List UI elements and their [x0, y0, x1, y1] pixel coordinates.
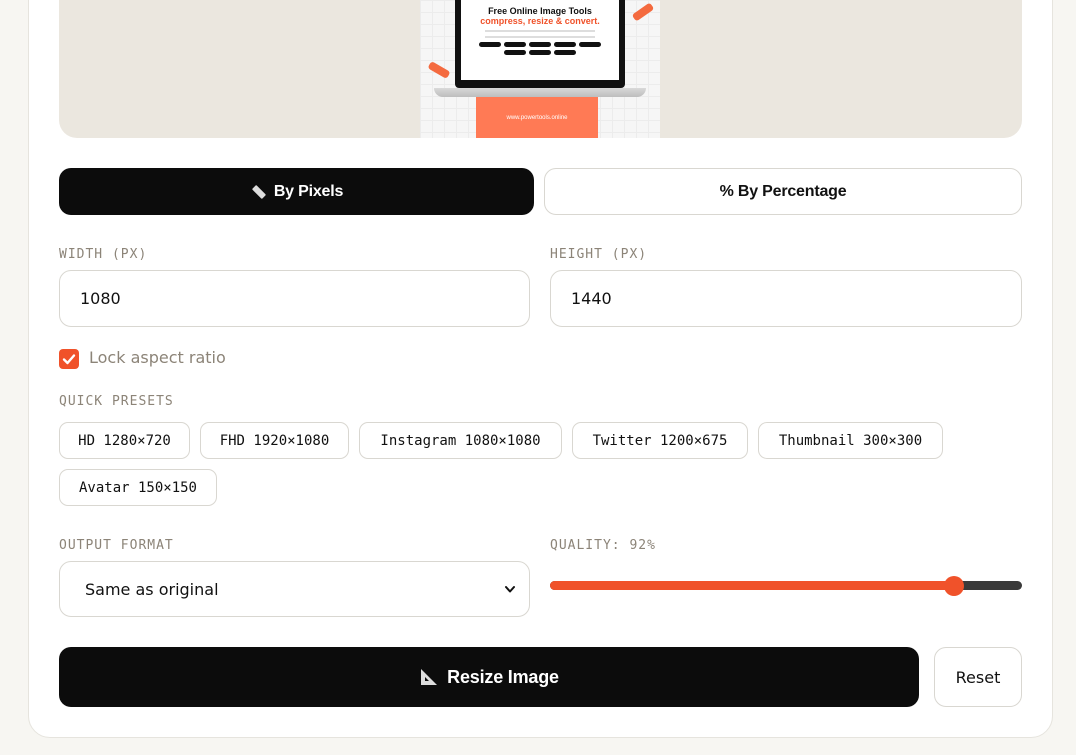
by-percentage-label: % By Percentage	[719, 182, 847, 200]
preview-text-lines	[485, 30, 595, 38]
quality-slider[interactable]	[550, 576, 1022, 596]
preview-subtitle: compress, resize & convert.	[480, 16, 600, 26]
laptop-display: Free Online Image Tools compress, resize…	[461, 0, 619, 80]
preset-hd[interactable]: HD 1280×720	[59, 422, 190, 459]
preview-title: Free Online Image Tools	[488, 6, 592, 16]
output-format-value: Same as original	[85, 579, 219, 599]
resize-image-button[interactable]: Resize Image	[59, 647, 919, 707]
output-format-label: OUTPUT FORMAT	[59, 538, 174, 553]
check-icon	[62, 354, 76, 365]
preview-banner: www.powertools.online	[476, 97, 598, 138]
reset-button[interactable]: Reset	[934, 647, 1022, 707]
lock-aspect-label[interactable]: Lock aspect ratio	[89, 348, 226, 367]
slider-fill	[550, 581, 954, 590]
chevron-down-icon	[505, 586, 515, 593]
set-square-icon	[421, 669, 438, 685]
sticker-decoration	[427, 61, 451, 79]
preset-instagram[interactable]: Instagram 1080×1080	[359, 422, 562, 459]
preset-fhd[interactable]: FHD 1920×1080	[200, 422, 349, 459]
preset-avatar[interactable]: Avatar 150×150	[59, 469, 217, 506]
image-preview: Free Online Image Tools compress, resize…	[59, 0, 1022, 138]
laptop-base	[434, 88, 646, 97]
preview-pills	[471, 42, 609, 55]
preview-thumbnail: Free Online Image Tools compress, resize…	[420, 0, 660, 138]
quick-presets-label: QUICK PRESETS	[59, 394, 174, 409]
by-pixels-tab[interactable]: By Pixels	[59, 168, 534, 215]
sticker-decoration	[631, 2, 655, 22]
by-pixels-label: By Pixels	[273, 182, 344, 200]
width-input[interactable]: 1080	[59, 270, 530, 327]
output-format-select[interactable]: Same as original	[59, 561, 530, 617]
height-input[interactable]: 1440	[550, 270, 1022, 327]
lock-aspect-checkbox[interactable]	[59, 349, 79, 369]
laptop-screen: Free Online Image Tools compress, resize…	[455, 0, 625, 88]
quality-label: QUALITY: 92%	[550, 538, 656, 553]
preset-twitter[interactable]: Twitter 1200×675	[572, 422, 748, 459]
preset-thumbnail[interactable]: Thumbnail 300×300	[758, 422, 943, 459]
slider-thumb[interactable]	[944, 576, 964, 596]
ruler-icon	[252, 184, 266, 199]
by-percentage-tab[interactable]: % By Percentage	[544, 168, 1022, 215]
width-label: WIDTH (PX)	[59, 247, 148, 262]
height-label: HEIGHT (PX)	[550, 247, 648, 262]
resize-image-label: Resize Image	[447, 666, 559, 687]
